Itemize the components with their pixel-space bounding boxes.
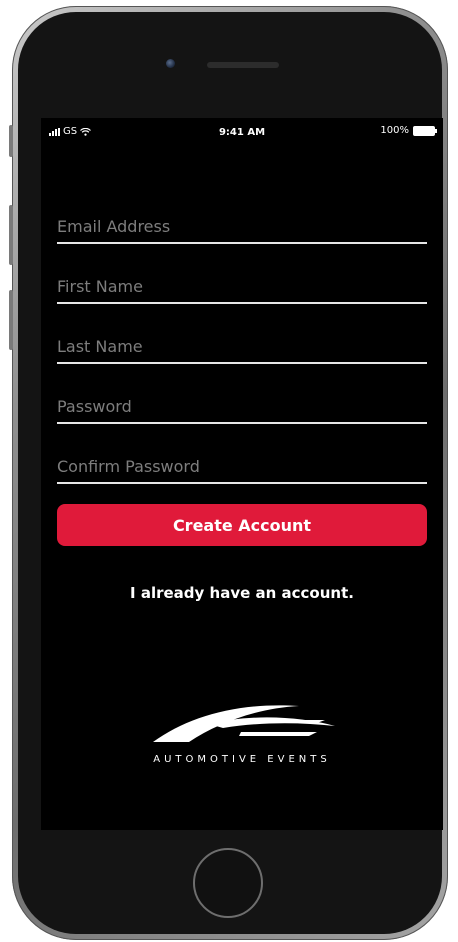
brand-name: AUTOMOTIVE EVENTS [153, 754, 331, 765]
email-input[interactable] [57, 217, 427, 236]
battery-percent: 100% [380, 125, 409, 136]
earpiece-speaker [207, 62, 279, 68]
ae-swoosh-logo-icon [153, 705, 335, 742]
password-input[interactable] [57, 397, 427, 416]
home-button[interactable] [193, 848, 263, 918]
status-bar: GS 9:41 AM 100% [41, 118, 443, 146]
email-field [57, 206, 427, 244]
volume-up-button [9, 205, 13, 265]
create-account-button[interactable]: Create Account [57, 504, 427, 546]
confirm-password-input[interactable] [57, 457, 427, 476]
front-camera [166, 59, 175, 68]
confirm-password-field [57, 446, 427, 484]
status-right: 100% [380, 125, 437, 136]
battery-icon [413, 125, 437, 136]
mute-switch [9, 125, 13, 157]
first-name-input[interactable] [57, 277, 427, 296]
app-screen: GS 9:41 AM 100% Create Account I already… [41, 118, 443, 830]
last-name-input[interactable] [57, 337, 427, 356]
last-name-field [57, 326, 427, 364]
password-field [57, 386, 427, 424]
volume-down-button [9, 290, 13, 350]
have-account-link[interactable]: I already have an account. [41, 584, 443, 602]
first-name-field [57, 266, 427, 304]
